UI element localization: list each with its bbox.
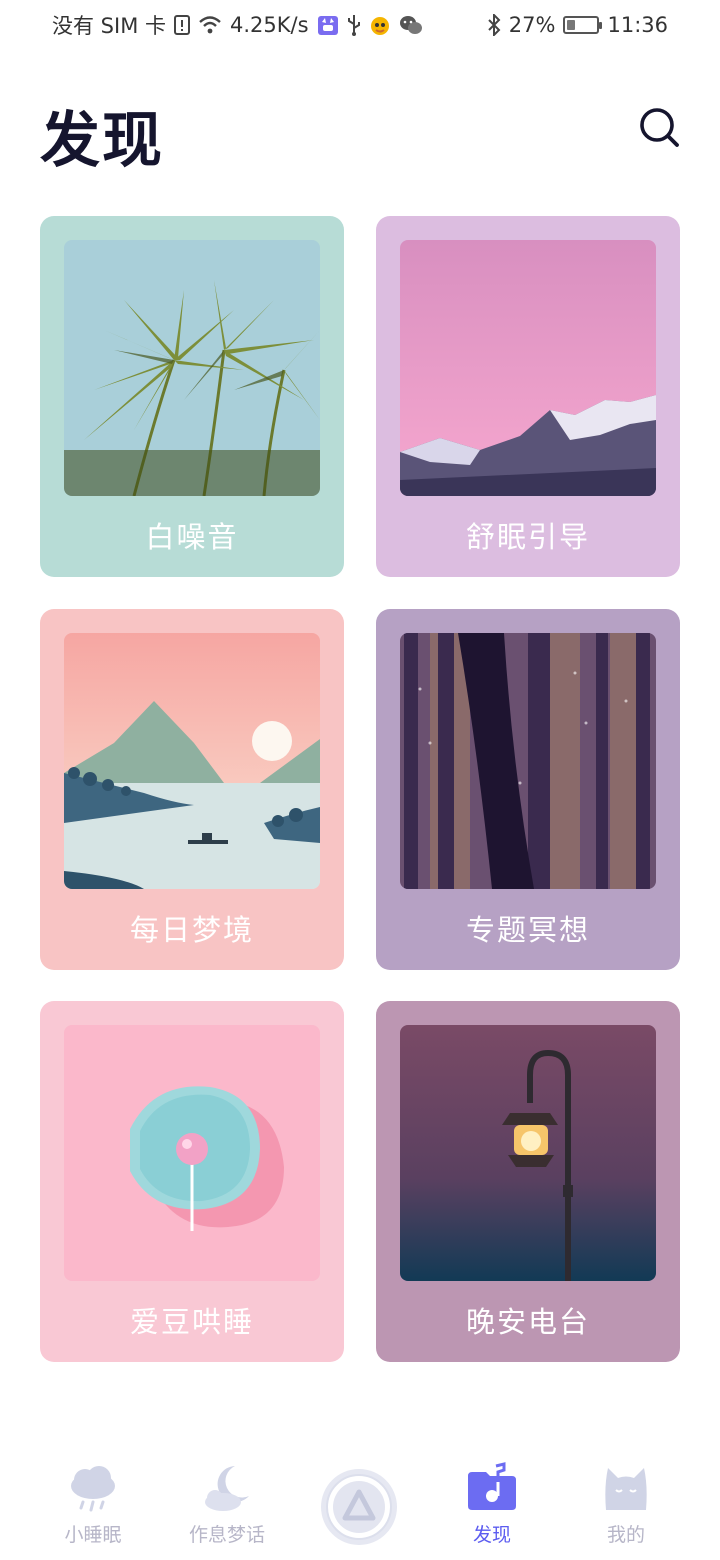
game-notification-icon	[369, 14, 391, 36]
wechat-icon	[399, 14, 423, 36]
clock: 11:36	[607, 13, 668, 37]
carrier-text: 没有 SIM 卡	[52, 14, 166, 38]
card-daily-dream[interactable]: 每日梦境	[40, 609, 344, 970]
center-play-button[interactable]	[319, 1467, 399, 1547]
card-idol-lullaby[interactable]: 爱豆哄睡	[40, 1001, 344, 1362]
card-label: 每日梦境	[129, 913, 254, 947]
search-button[interactable]	[636, 104, 684, 152]
usb-icon	[347, 14, 361, 36]
card-label: 晚安电台	[465, 1305, 590, 1339]
card-label: 爱豆哄睡	[129, 1305, 254, 1339]
battery-icon	[563, 16, 603, 34]
rain-cloud-icon	[71, 1466, 115, 1512]
status-right: 27% 11:36	[487, 13, 668, 37]
street-lamp-image	[400, 1025, 656, 1281]
network-speed: 4.25K/s	[230, 13, 309, 37]
nav-label-nap: 小睡眠	[64, 1524, 122, 1546]
card-themed-meditation[interactable]: 专题冥想	[376, 609, 680, 970]
nav-label-discover: 发现	[472, 1524, 511, 1546]
play-triangle-icon	[321, 1469, 397, 1545]
card-label: 专题冥想	[465, 913, 590, 947]
page-title: 发现	[40, 106, 164, 176]
search-icon	[640, 108, 679, 147]
battery-fill	[567, 20, 576, 30]
card-sleep-guide[interactable]: 舒眠引导	[376, 216, 680, 577]
nav-item-mine[interactable]: 我的	[571, 1462, 681, 1547]
nav-item-nap[interactable]: 小睡眠	[38, 1462, 148, 1547]
status-bar: 没有 SIM 卡 4.25K/s 27% 11:36	[0, 0, 720, 50]
nav-item-discover[interactable]: 发现	[437, 1462, 547, 1547]
nav-label-schedule: 作息梦话	[188, 1524, 265, 1546]
cat-icon	[605, 1468, 647, 1510]
card-white-noise[interactable]: 白噪音	[40, 216, 344, 577]
sim-alert-icon	[174, 15, 190, 35]
palm-trees-image	[64, 240, 320, 496]
moon-cloud-icon	[205, 1466, 249, 1511]
battery-percent: 27%	[508, 13, 556, 37]
bluetooth-icon	[487, 14, 501, 36]
bottom-nav: 小睡眠 作息梦话 发现 我的	[0, 1462, 720, 1560]
nav-label-mine: 我的	[606, 1524, 645, 1546]
card-good-night-radio[interactable]: 晚安电台	[376, 1001, 680, 1362]
app-notification-icon	[317, 14, 339, 36]
lake-landscape-image	[64, 633, 320, 889]
wifi-icon	[198, 15, 222, 35]
nav-item-schedule[interactable]: 作息梦话	[172, 1462, 282, 1547]
card-label: 舒眠引导	[465, 520, 590, 554]
pink-mountain-image	[400, 240, 656, 496]
card-label: 白噪音	[145, 520, 239, 554]
status-left: 没有 SIM 卡 4.25K/s	[52, 10, 423, 40]
lollipop-dish-image	[64, 1025, 320, 1281]
music-folder-icon	[468, 1462, 516, 1510]
dark-forest-image	[400, 633, 656, 889]
